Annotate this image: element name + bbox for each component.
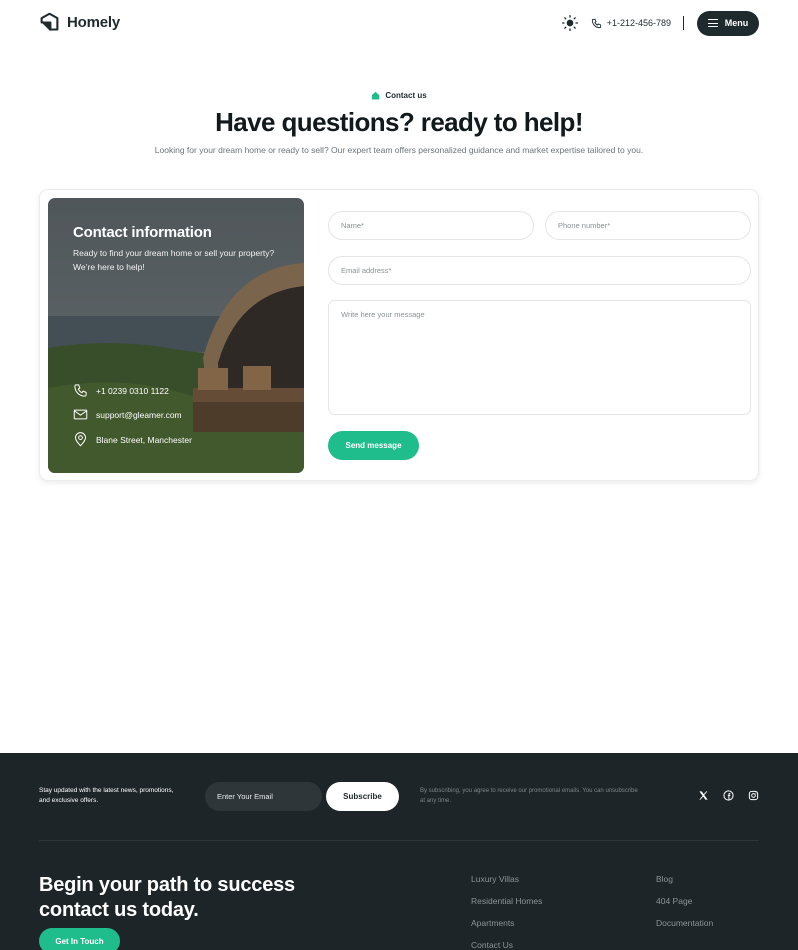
contact-phone-row[interactable]: +1 0239 0310 1122 [73,383,169,398]
subscribe-disclaimer: By subscribing, you agree to receive our… [420,788,638,804]
section-tag-label: Contact us [385,91,427,100]
footer-links-properties: Luxury Villas Residential Homes Apartmen… [471,874,542,950]
header-actions: +1-212-456-789 Menu [561,10,759,36]
footer-divider [39,840,759,841]
footer-link[interactable]: Luxury Villas [471,874,542,885]
footer-links-pages: Blog 404 Page Documentation [656,874,713,929]
contact-email-row[interactable]: support@gleamer.com [73,407,182,422]
footer-link[interactable]: Blog [656,874,713,885]
contact-card: Contact information Ready to find your d… [39,189,759,481]
logo[interactable]: Homely [39,12,120,33]
instagram-icon[interactable] [748,790,759,801]
social-links [698,790,759,801]
contact-email-text: support@gleamer.com [96,409,182,420]
site-footer: Stay updated with the latest news, promo… [0,753,798,950]
menu-button[interactable]: Menu [697,10,759,36]
get-in-touch-button[interactable]: Get In Touch [39,928,120,950]
header-phone-text: +1-212-456-789 [606,18,671,28]
phone-number-input[interactable] [545,211,751,240]
page-title: Have questions? ready to help! [215,107,583,137]
page-subtitle: Looking for your dream home or ready to … [154,145,644,155]
newsletter-text: Stay updated with the latest news, promo… [39,787,174,804]
contact-phone-text: +1 0239 0310 1122 [96,385,169,396]
email-input[interactable] [328,256,751,285]
footer-link[interactable]: Apartments [471,918,542,929]
newsletter-email-input[interactable] [205,782,322,811]
contact-info-description: Ready to find your dream home or sell yo… [73,248,275,272]
footer-link[interactable]: 404 Page [656,896,713,907]
header-phone-link[interactable]: +1-212-456-789 [591,18,671,29]
footer-link[interactable]: Documentation [656,918,713,929]
home-tag-icon [372,91,380,100]
footer-link[interactable]: Residential Homes [471,896,542,907]
sun-icon[interactable] [561,14,579,32]
send-message-button[interactable]: Send message [328,431,419,460]
x-icon[interactable] [698,790,709,801]
house-logo-icon [40,12,59,32]
header-divider [683,16,684,30]
site-header: Homely +1-212-456-789 Menu [0,0,798,46]
location-pin-icon [74,432,87,447]
footer-cta-title: Begin your path to success contact us to… [39,874,295,921]
footer-link[interactable]: Contact Us [471,940,542,950]
name-input[interactable] [328,211,534,240]
facebook-icon[interactable] [723,790,734,801]
hamburger-icon [707,19,718,27]
subscribe-button[interactable]: Subscribe [326,782,399,811]
phone-icon [74,384,87,397]
logo-text: Homely [67,14,120,31]
mail-icon [73,409,88,420]
phone-icon [591,18,601,28]
contact-info-panel: Contact information Ready to find your d… [48,198,304,473]
section-tag: Contact us [0,91,798,100]
contact-info-title: Contact information [73,224,212,241]
menu-label: Menu [724,18,749,28]
message-textarea[interactable] [328,300,751,415]
contact-address-row[interactable]: Blane Street, Manchester [73,432,192,447]
contact-address-text: Blane Street, Manchester [96,434,192,445]
